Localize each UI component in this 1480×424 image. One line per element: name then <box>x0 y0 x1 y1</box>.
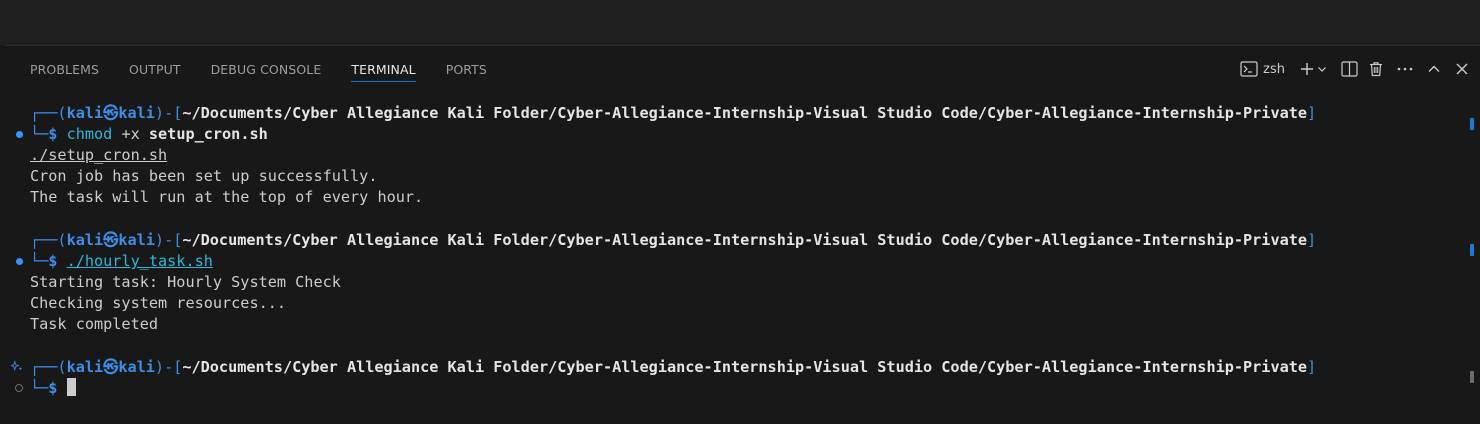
output-line: Checking system resources... <box>30 294 287 312</box>
more-icon <box>1396 61 1414 77</box>
success-dot-icon <box>15 257 23 265</box>
sparkle-icon[interactable] <box>11 360 23 372</box>
prompt-at: ㉿ <box>103 358 119 376</box>
command-success-decoration[interactable] <box>13 255 25 267</box>
prompt-user: kali <box>66 231 104 249</box>
prompt-path: ~/Documents/Cyber Allegiance Kali Folder… <box>182 231 1308 249</box>
panel-tabs: PROBLEMS OUTPUT DEBUG CONSOLE TERMINAL P… <box>5 46 492 92</box>
maximize-panel-button[interactable] <box>1426 57 1442 81</box>
prompt-user: kali <box>66 358 104 376</box>
command-line: └─$ ./hourly_task.sh <box>30 252 213 270</box>
scrollbar-marker <box>1470 371 1474 383</box>
more-actions-button[interactable] <box>1396 57 1414 81</box>
tab-ports[interactable]: PORTS <box>446 46 487 92</box>
close-icon <box>1454 61 1470 77</box>
command-line[interactable]: └─$ <box>30 378 76 399</box>
terminal-output[interactable]: ┌──(kali㉿kali)-[~/Documents/Cyber Allegi… <box>5 103 1460 423</box>
prompt-line: ┌──(kali㉿kali)-[~/Documents/Cyber Allegi… <box>30 231 1317 249</box>
plus-icon <box>1299 61 1315 77</box>
tab-terminal[interactable]: TERMINAL <box>351 46 417 92</box>
output-line: Task completed <box>30 315 159 333</box>
prompt-line: ┌──(kali㉿kali)-[~/Documents/Cyber Allegi… <box>30 104 1317 122</box>
shell-name: zsh <box>1263 61 1285 77</box>
command-pending-decoration[interactable] <box>13 382 25 394</box>
command-name[interactable]: ./hourly_task.sh <box>67 252 213 270</box>
prompt-host: kali <box>118 358 155 376</box>
trash-icon <box>1368 61 1384 77</box>
kill-terminal-button[interactable] <box>1368 57 1384 81</box>
output-line: Cron job has been set up successfully. <box>30 167 378 185</box>
tab-problems[interactable]: PROBLEMS <box>30 46 99 92</box>
success-dot-icon <box>15 130 23 138</box>
terminal-icon <box>1240 61 1258 77</box>
terminal-cursor <box>66 378 76 396</box>
split-terminal-button[interactable] <box>1341 57 1358 81</box>
prompt-host: kali <box>118 104 155 122</box>
scrollbar-marker <box>1470 244 1474 256</box>
output-line[interactable]: ./setup_cron.sh <box>30 145 167 166</box>
prompt-user: kali <box>66 104 104 122</box>
empty-dot-icon <box>15 384 23 392</box>
terminal-shell-selector[interactable]: zsh <box>1240 57 1285 81</box>
command-name: chmod <box>66 125 113 143</box>
command-success-decoration[interactable] <box>13 128 25 140</box>
tab-debug-console[interactable]: DEBUG CONSOLE <box>211 46 322 92</box>
scrollbar-marker <box>1470 118 1474 130</box>
prompt-path: ~/Documents/Cyber Allegiance Kali Folder… <box>182 104 1308 122</box>
prompt-at: ㉿ <box>103 231 119 249</box>
command-file: setup_cron.sh <box>148 125 268 143</box>
new-terminal-button[interactable] <box>1299 57 1315 81</box>
output-line: The task will run at the top of every ho… <box>30 188 424 206</box>
tab-output[interactable]: OUTPUT <box>129 46 181 92</box>
prompt-at: ㉿ <box>103 104 119 122</box>
terminal-scrollbar[interactable] <box>1467 104 1479 422</box>
panel-actions: zsh <box>1234 46 1470 92</box>
chevron-down-icon <box>1317 64 1327 74</box>
split-icon <box>1341 61 1358 77</box>
terminal-dropdown-button[interactable] <box>1317 57 1327 81</box>
command-line: └─$ chmod +x setup_cron.sh <box>30 125 268 143</box>
output-line: Starting task: Hourly System Check <box>30 273 341 291</box>
prompt-path: ~/Documents/Cyber Allegiance Kali Folder… <box>182 358 1308 376</box>
chevron-up-icon <box>1426 61 1442 77</box>
command-args: +x <box>112 125 149 143</box>
editor-area <box>0 0 1480 45</box>
bottom-panel: PROBLEMS OUTPUT DEBUG CONSOLE TERMINAL P… <box>5 45 1480 424</box>
prompt-line: ┌──(kali㉿kali)-[~/Documents/Cyber Allegi… <box>30 358 1317 376</box>
close-panel-button[interactable] <box>1454 57 1470 81</box>
prompt-host: kali <box>118 231 155 249</box>
